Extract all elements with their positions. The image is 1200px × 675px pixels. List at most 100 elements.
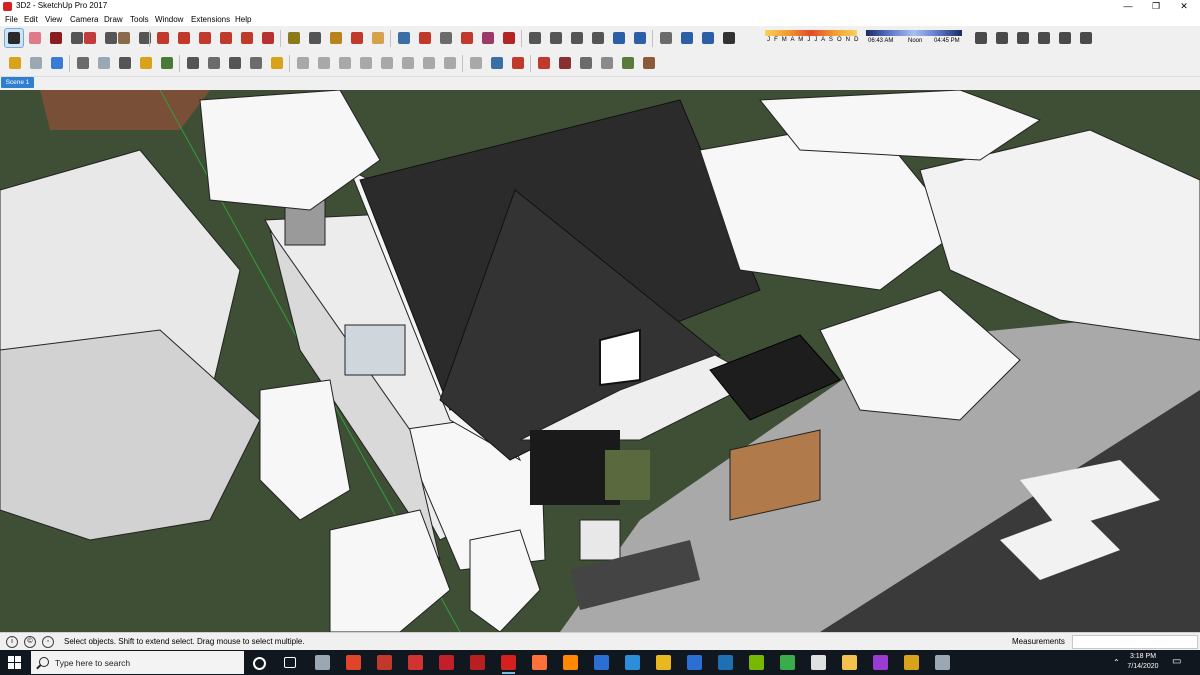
walk-through-tool-button[interactable] [441, 54, 459, 72]
follow-me-tool-button[interactable] [175, 29, 193, 47]
photo-textures-button[interactable] [184, 54, 202, 72]
view-right-button[interactable] [589, 29, 607, 47]
components-tool-button[interactable] [479, 29, 497, 47]
offset-tool-button[interactable] [259, 29, 277, 47]
tool-app-taskbar-icon[interactable] [935, 655, 950, 670]
sandbox-from-scratch-button[interactable] [535, 54, 553, 72]
scale-tool-button[interactable] [238, 29, 256, 47]
house-side-button[interactable] [993, 29, 1011, 47]
sketchup-taskbar-icon[interactable] [501, 655, 516, 674]
windows-start-icon[interactable] [8, 656, 21, 669]
extension-tool-button[interactable] [500, 29, 518, 47]
nvidia-taskbar-icon[interactable] [749, 655, 764, 670]
mail-taskbar-icon[interactable] [687, 655, 702, 670]
look-around-tool-button[interactable] [420, 54, 438, 72]
autocad-taskbar-icon[interactable] [439, 655, 454, 670]
app-red-c-taskbar-icon[interactable] [346, 655, 361, 670]
scene-tab[interactable]: Scene 1 [1, 77, 34, 88]
layers-tool-button[interactable] [226, 54, 244, 72]
select-tool-button[interactable] [4, 28, 24, 48]
shadow-date-slider[interactable]: J F M A M J J A S O N D [765, 30, 858, 46]
sandbox-tool-button[interactable] [48, 54, 66, 72]
info-icon[interactable]: i [6, 636, 18, 648]
task-view-taskbar-icon[interactable] [284, 657, 296, 668]
photoshop-taskbar-icon[interactable] [718, 655, 733, 670]
file-explorer-taskbar-icon[interactable] [842, 655, 857, 670]
geo-icon[interactable]: © [24, 636, 36, 648]
app-red-taskbar-icon[interactable] [470, 655, 485, 670]
share-model-button[interactable] [158, 54, 176, 72]
shadow-time-slider[interactable]: 06:43 AM Noon 04:45 PM [866, 30, 962, 46]
menu-window[interactable]: Window [155, 15, 183, 24]
store-taskbar-icon[interactable] [811, 655, 826, 670]
view-top-button[interactable] [547, 29, 565, 47]
protractor-tool-button[interactable] [315, 54, 333, 72]
dimension-tool-button[interactable] [294, 54, 312, 72]
minimize-button[interactable]: — [1114, 0, 1142, 13]
menu-view[interactable]: View [45, 15, 62, 24]
measurements-input[interactable] [1072, 635, 1198, 649]
house-plan-button[interactable] [1077, 29, 1095, 47]
axes-tool-button[interactable] [657, 29, 675, 47]
malwarebytes-taskbar-icon[interactable] [594, 655, 609, 670]
tape-measure-tool-button[interactable] [285, 29, 303, 47]
rectangle-tool-button[interactable] [115, 29, 133, 47]
notification-icon[interactable]: ▭ [1172, 656, 1181, 667]
add-detail-2-button[interactable] [619, 54, 637, 72]
pdf-reader-taskbar-icon[interactable] [408, 655, 423, 670]
flip-edge-tool-button[interactable] [640, 54, 658, 72]
previous-view-button[interactable] [437, 29, 455, 47]
taskbar-search-box[interactable]: Type here to search [31, 651, 244, 674]
menu-draw[interactable]: Draw [104, 15, 123, 24]
menu-tools[interactable]: Tools [130, 15, 149, 24]
move-tool-button[interactable] [196, 29, 214, 47]
line-tool-button[interactable] [47, 29, 65, 47]
drape-tool-button[interactable] [598, 54, 616, 72]
menu-camera[interactable]: Camera [70, 15, 98, 24]
toggle-terrain-button[interactable] [116, 54, 134, 72]
stamp-tool-button[interactable] [74, 54, 92, 72]
eraser-tool-button[interactable] [26, 29, 44, 47]
label-tool-button[interactable] [336, 54, 354, 72]
add-detail-button[interactable] [137, 54, 155, 72]
position-camera-tool-button[interactable] [399, 54, 417, 72]
user-icon[interactable]: ◦ [42, 636, 54, 648]
house-outline-button[interactable] [1056, 29, 1074, 47]
premiere-taskbar-icon[interactable] [873, 655, 888, 670]
media-app-taskbar-icon[interactable] [904, 655, 919, 670]
chrome-taskbar-icon[interactable] [656, 655, 671, 670]
push-pull-tool-button[interactable] [154, 29, 172, 47]
shadow-toggle-button[interactable] [720, 29, 738, 47]
geo-location-tool-button[interactable] [488, 54, 506, 72]
text-tool-button[interactable] [306, 29, 324, 47]
3d-text-tool-button[interactable] [357, 54, 375, 72]
add-location-button[interactable] [95, 54, 113, 72]
edge-taskbar-icon[interactable] [625, 655, 640, 670]
close-button[interactable]: ✕ [1170, 0, 1198, 13]
dialog-tool-button[interactable] [247, 54, 265, 72]
view-left-button[interactable] [631, 29, 649, 47]
outer-shell-tool-button[interactable] [27, 54, 45, 72]
house-top-button[interactable] [1014, 29, 1032, 47]
tray-clock[interactable]: 3:18 PM 7/14/2020 [1122, 652, 1164, 672]
cortana-taskbar-icon[interactable] [253, 657, 266, 670]
restore-button[interactable]: ❐ [1142, 0, 1170, 13]
shape-dropdown-button[interactable] [136, 29, 154, 47]
stamp-tool-2-button[interactable] [577, 54, 595, 72]
walk-tool-button[interactable] [268, 54, 286, 72]
camera-app-taskbar-icon[interactable] [315, 655, 330, 670]
section-display-button[interactable] [699, 29, 717, 47]
view-front-button[interactable] [568, 29, 586, 47]
pan-tool-button[interactable] [369, 29, 387, 47]
tray-chevron-icon[interactable]: ⌃ [1113, 658, 1120, 667]
section-plane-tool-button[interactable] [378, 54, 396, 72]
sandbox-from-contours-button[interactable] [509, 54, 527, 72]
orbit-tool-button[interactable] [348, 29, 366, 47]
camtasia-taskbar-icon[interactable] [780, 655, 795, 670]
menu-help[interactable]: Help [235, 15, 251, 24]
house-back-button[interactable] [1035, 29, 1053, 47]
zoom-tool-button[interactable] [395, 29, 413, 47]
model-viewport[interactable] [0, 90, 1200, 632]
view-back-button[interactable] [610, 29, 628, 47]
warehouse-tool-button[interactable] [458, 29, 476, 47]
